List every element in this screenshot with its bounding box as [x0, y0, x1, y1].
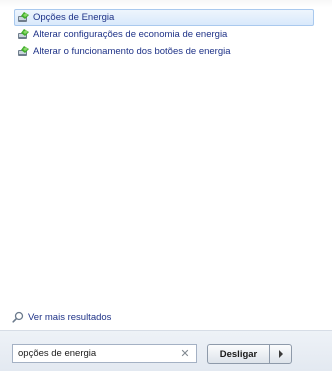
search-icon — [12, 311, 24, 323]
shutdown-button[interactable]: Desligar — [207, 344, 269, 364]
result-item-power-buttons-behavior[interactable]: Alterar o funcionamento dos botões de en… — [14, 43, 314, 60]
shutdown-control: Desligar — [207, 344, 292, 364]
chevron-right-icon — [278, 350, 283, 358]
result-item-power-saving-settings[interactable]: Alterar configurações de economia de ene… — [14, 26, 314, 43]
search-results-list: Opções de Energia Alterar configurações … — [14, 9, 314, 60]
result-label: Alterar configurações de economia de ene… — [33, 29, 228, 40]
see-more-results-link[interactable]: Ver mais resultados — [12, 311, 111, 323]
result-label: Alterar o funcionamento dos botões de en… — [33, 46, 231, 57]
start-menu-search-panel: Opções de Energia Alterar configurações … — [0, 0, 332, 371]
power-options-icon — [18, 29, 29, 39]
power-options-icon — [18, 46, 29, 56]
top-strip — [0, 0, 332, 8]
search-input-value: opções de energia — [18, 348, 97, 359]
close-icon[interactable]: ✕ — [177, 346, 193, 362]
see-more-results-label: Ver mais resultados — [28, 311, 112, 323]
result-label: Opções de Energia — [33, 12, 115, 23]
result-item-power-options[interactable]: Opções de Energia — [14, 9, 314, 26]
search-input[interactable]: opções de energia ✕ — [12, 344, 197, 363]
shutdown-options-button[interactable] — [269, 344, 292, 364]
power-options-icon — [18, 12, 29, 22]
shutdown-label: Desligar — [219, 348, 258, 360]
